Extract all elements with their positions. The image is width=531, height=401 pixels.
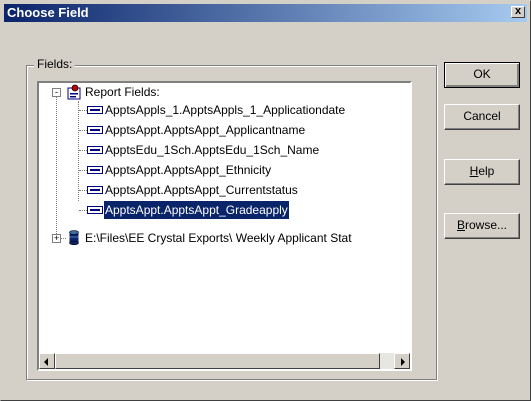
field-label: ApptsAppt.ApptsAppt_Applicantname — [105, 123, 306, 137]
tree-branch — [79, 150, 87, 151]
help-label-rest: elp — [478, 164, 495, 178]
dialog-title: Choose Field — [7, 5, 89, 20]
database-path-label: E:\Files\EE Crystal Exports\ Weekly Appl… — [85, 231, 352, 245]
tree-row-field[interactable]: ApptsEdu_1Sch.ApptsEdu_1Sch_Name — [39, 141, 410, 159]
title-bar[interactable]: Choose Field x — [4, 4, 527, 22]
scroll-thumb[interactable] — [55, 353, 380, 369]
field-icon — [87, 146, 103, 154]
scroll-left-button[interactable] — [39, 353, 55, 369]
field-icon — [87, 106, 103, 114]
cancel-button[interactable]: Cancel — [444, 104, 520, 130]
arrow-left-icon — [44, 358, 48, 366]
report-icon — [67, 84, 81, 100]
field-label: ApptsAppls_1.ApptsAppls_1_Applicationdat… — [105, 103, 346, 117]
tree-row-database[interactable]: + E:\Files\EE Crystal Exports\ Weekly Ap… — [39, 229, 410, 247]
horizontal-scrollbar[interactable] — [39, 353, 410, 369]
tree-branch — [79, 130, 87, 131]
browse-button[interactable]: Browse... — [444, 213, 520, 239]
field-icon — [87, 186, 103, 194]
tree-row-field[interactable]: ApptsAppls_1.ApptsAppls_1_Applicationdat… — [39, 101, 410, 119]
field-label: ApptsAppt.ApptsAppt_Currentstatus — [105, 183, 298, 197]
arrow-right-icon — [401, 358, 405, 366]
collapse-icon[interactable]: - — [52, 88, 61, 97]
expand-icon[interactable]: + — [52, 234, 61, 243]
tree-branch — [79, 110, 87, 111]
tree-row-field[interactable]: ApptsAppt.ApptsAppt_Applicantname — [39, 121, 410, 139]
tree-row-field[interactable]: ApptsAppt.ApptsAppt_Ethnicity — [39, 161, 410, 179]
tree-branch — [79, 190, 87, 191]
browse-label-rest: rowse... — [465, 218, 508, 232]
tree-row-field-selected[interactable]: ApptsAppt.ApptsAppt_Gradeapply — [39, 200, 410, 220]
selected-field-label: ApptsAppt.ApptsAppt_Gradeapply — [103, 200, 290, 220]
field-icon — [87, 126, 103, 134]
fields-group-label: Fields: — [34, 57, 76, 71]
report-fields-label: Report Fields: — [85, 85, 160, 99]
tree-branch — [79, 170, 87, 171]
tree-row-field[interactable]: ApptsAppt.ApptsAppt_Currentstatus — [39, 181, 410, 199]
tree-branch — [79, 210, 87, 211]
ok-button[interactable]: OK — [444, 62, 520, 88]
fields-tree[interactable]: - Report Fields: ApptsAppls_1.ApptsAppls… — [37, 81, 412, 371]
field-icon — [87, 166, 103, 174]
browse-mnemonic: B — [456, 218, 465, 232]
field-icon — [87, 206, 103, 214]
field-label: ApptsEdu_1Sch.ApptsEdu_1Sch_Name — [105, 143, 320, 157]
scroll-right-button[interactable] — [394, 353, 410, 369]
tree-content: - Report Fields: ApptsAppls_1.ApptsAppls… — [39, 83, 410, 353]
database-icon — [69, 230, 79, 245]
close-icon: x — [514, 5, 522, 17]
help-button[interactable]: Help — [444, 159, 520, 185]
close-button[interactable]: x — [511, 6, 525, 18]
field-label: ApptsAppt.ApptsAppt_Ethnicity — [105, 163, 272, 177]
tree-row-report-fields[interactable]: - Report Fields: — [39, 83, 410, 101]
